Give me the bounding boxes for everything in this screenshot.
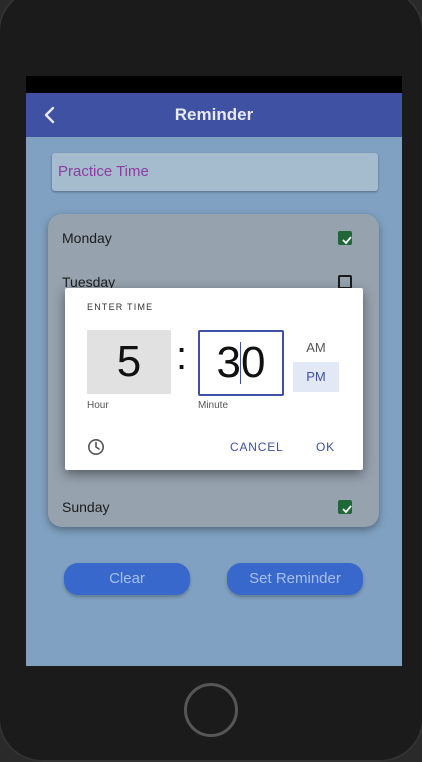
cancel-button[interactable]: CANCEL <box>230 440 283 454</box>
home-button[interactable] <box>184 683 238 737</box>
clock-icon[interactable] <box>87 438 105 456</box>
time-picker-dialog: ENTER TIME 5 : 30 AM PM Hour Minute CANC… <box>65 288 363 470</box>
app-screen: Reminder Practice Time Monday Tuesday Su… <box>26 76 402 666</box>
minute-input[interactable]: 30 <box>198 330 284 396</box>
am-toggle[interactable]: AM <box>293 336 339 360</box>
hour-input[interactable]: 5 <box>87 330 171 394</box>
text-cursor <box>240 342 241 384</box>
time-separator: : <box>176 334 188 378</box>
app-bar: Reminder <box>26 93 402 137</box>
page-title: Reminder <box>174 105 254 124</box>
minute-caption: Minute <box>198 400 229 411</box>
status-bar <box>26 76 402 93</box>
ok-button[interactable]: OK <box>316 440 335 454</box>
hour-caption: Hour <box>87 400 109 411</box>
pm-toggle[interactable]: PM <box>293 362 339 392</box>
dialog-header: ENTER TIME <box>87 302 154 312</box>
